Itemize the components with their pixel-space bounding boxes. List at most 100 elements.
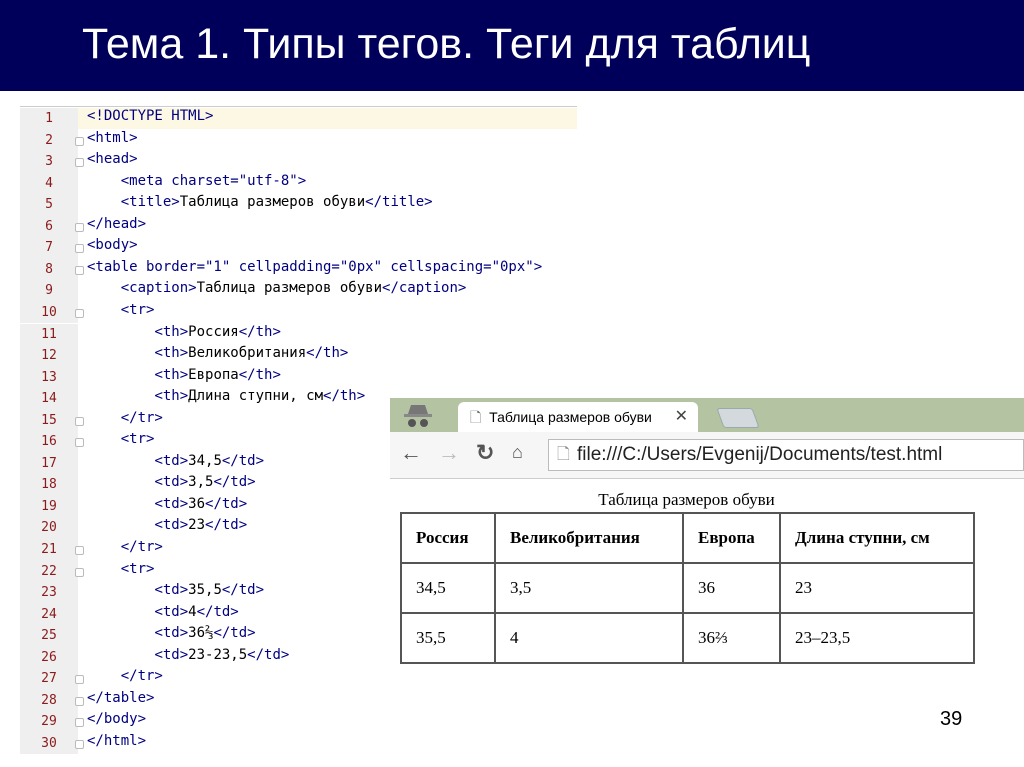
table-caption: Таблица размеров обуви: [598, 490, 775, 509]
code-line[interactable]: <html>: [87, 130, 138, 152]
tab-title: Таблица размеров обуви: [489, 409, 652, 425]
header-cell: Великобритания: [494, 512, 684, 564]
code-line[interactable]: </table>: [87, 690, 154, 712]
incognito-icon: [404, 405, 432, 427]
fold-toggle-icon[interactable]: [75, 308, 84, 318]
slide-title: Тема 1. Типы тегов. Теги для таблиц: [82, 20, 811, 68]
line-number: 25: [20, 625, 78, 647]
code-line[interactable]: <tr>: [87, 431, 155, 453]
address-bar[interactable]: 🗋 file:///C:/Users/Evgenij/Documents/test…: [548, 439, 1024, 471]
new-tab-button[interactable]: [716, 408, 760, 428]
line-number: 24: [20, 603, 78, 626]
cell: 34,5: [400, 562, 496, 614]
code-line[interactable]: <td>36⅔</td>: [87, 625, 255, 647]
line-number: 11: [20, 323, 78, 346]
code-line[interactable]: <td>3,5</td>: [87, 474, 255, 496]
code-line[interactable]: </body>: [87, 711, 146, 733]
code-line[interactable]: </html>: [87, 733, 146, 755]
line-number: 26: [20, 646, 78, 669]
line-number: 13: [20, 366, 78, 389]
line-number: 30: [20, 732, 78, 755]
reload-icon[interactable]: ↻: [476, 440, 494, 466]
line-number: 8: [20, 258, 78, 281]
code-line[interactable]: </tr>: [87, 410, 163, 432]
code-line[interactable]: <td>36</td>: [87, 496, 247, 518]
table-header-row: Россия Великобритания Европа Длина ступн…: [400, 512, 975, 564]
slide-header: Тема 1. Типы тегов. Теги для таблиц: [0, 0, 1024, 91]
code-line[interactable]: <td>34,5</td>: [87, 453, 264, 475]
code-line[interactable]: <body>: [87, 237, 138, 259]
code-line[interactable]: <th>Россия</th>: [87, 324, 280, 346]
fold-toggle-icon[interactable]: [75, 546, 84, 555]
code-line[interactable]: </tr>: [87, 668, 163, 690]
cell: 3,5: [494, 562, 684, 614]
line-number: 29: [20, 711, 78, 733]
fold-toggle-icon[interactable]: [75, 567, 84, 577]
code-line[interactable]: <tr>: [87, 302, 155, 324]
page-number: 39: [940, 708, 963, 730]
line-number: 3: [20, 151, 78, 173]
tab-strip: 🗋 Таблица размеров обуви ✕: [390, 398, 1024, 432]
fold-toggle-icon[interactable]: [75, 675, 84, 685]
line-number: 2: [20, 129, 78, 152]
code-line[interactable]: <th>Европа</th>: [87, 367, 280, 389]
line-number: 9: [20, 280, 78, 302]
line-number: 18: [20, 474, 78, 496]
code-line[interactable]: <head>: [87, 151, 138, 173]
fold-toggle-icon[interactable]: [75, 416, 84, 426]
cell: 4: [494, 612, 684, 664]
home-icon[interactable]: ⌂: [512, 442, 523, 463]
fold-toggle-icon[interactable]: [75, 265, 84, 275]
code-line[interactable]: <td>23</td>: [87, 517, 247, 539]
code-line[interactable]: <title>Таблица размеров обуви</title>: [87, 194, 433, 216]
line-number: 12: [20, 345, 78, 367]
browser-tab[interactable]: 🗋 Таблица размеров обуви ✕: [458, 402, 698, 432]
forward-icon[interactable]: →: [438, 440, 460, 466]
line-number: 1: [20, 108, 78, 130]
file-icon: 🗋: [557, 446, 570, 463]
code-line[interactable]: <meta charset="utf-8">: [87, 173, 306, 195]
fold-toggle-icon[interactable]: [75, 739, 84, 749]
line-number: 27: [20, 668, 78, 690]
cell: 36: [682, 562, 781, 614]
line-number: 22: [20, 560, 78, 583]
close-tab-icon[interactable]: ✕: [675, 402, 688, 432]
code-line[interactable]: <th>Великобритания</th>: [87, 345, 348, 367]
fold-toggle-icon[interactable]: [75, 136, 84, 146]
code-line[interactable]: <caption>Таблица размеров обуви</caption…: [87, 280, 467, 302]
code-line[interactable]: <th>Длина ступни, см</th>: [87, 388, 365, 410]
table-row: 35,5 4 36⅔ 23–23,5: [400, 612, 975, 664]
fold-toggle-icon[interactable]: [75, 244, 84, 254]
line-number: 10: [20, 301, 78, 324]
code-line[interactable]: <!DOCTYPE HTML>: [87, 108, 213, 130]
code-line[interactable]: <table border="1" cellpadding="0px" cell…: [87, 259, 542, 281]
line-number: 5: [20, 194, 78, 216]
code-line[interactable]: </head>: [87, 216, 146, 238]
fold-toggle-icon[interactable]: [75, 158, 84, 168]
cell: 35,5: [400, 612, 496, 664]
line-number: 28: [20, 689, 78, 712]
fold-toggle-icon[interactable]: [75, 438, 84, 448]
line-number: 21: [20, 539, 78, 561]
code-line[interactable]: </tr>: [87, 539, 163, 561]
line-number: 14: [20, 388, 78, 410]
cell: 23: [779, 562, 975, 614]
header-cell: Длина ступни, см: [779, 512, 975, 564]
shoe-size-table: Россия Великобритания Европа Длина ступн…: [400, 512, 975, 664]
url-text: file:///C:/Users/Evgenij/Documents/test.…: [577, 444, 943, 465]
line-number: 17: [20, 452, 78, 475]
code-line[interactable]: <td>23-23,5</td>: [87, 647, 289, 669]
fold-toggle-icon[interactable]: [75, 696, 84, 706]
cell: 36⅔: [682, 612, 781, 664]
code-line[interactable]: <td>4</td>: [87, 604, 238, 626]
browser-toolbar: ← → ↻ ⌂ 🗋 file:///C:/Users/Evgenij/Docume…: [390, 432, 1024, 479]
line-number: 20: [20, 517, 78, 539]
back-icon[interactable]: ←: [400, 440, 422, 466]
code-line[interactable]: <tr>: [87, 561, 155, 583]
fold-toggle-icon[interactable]: [75, 718, 84, 728]
fold-toggle-icon[interactable]: [75, 222, 84, 232]
line-number: 7: [20, 237, 78, 259]
cell: 23–23,5: [779, 612, 975, 664]
code-line[interactable]: <td>35,5</td>: [87, 582, 264, 604]
line-number: 4: [20, 172, 78, 195]
